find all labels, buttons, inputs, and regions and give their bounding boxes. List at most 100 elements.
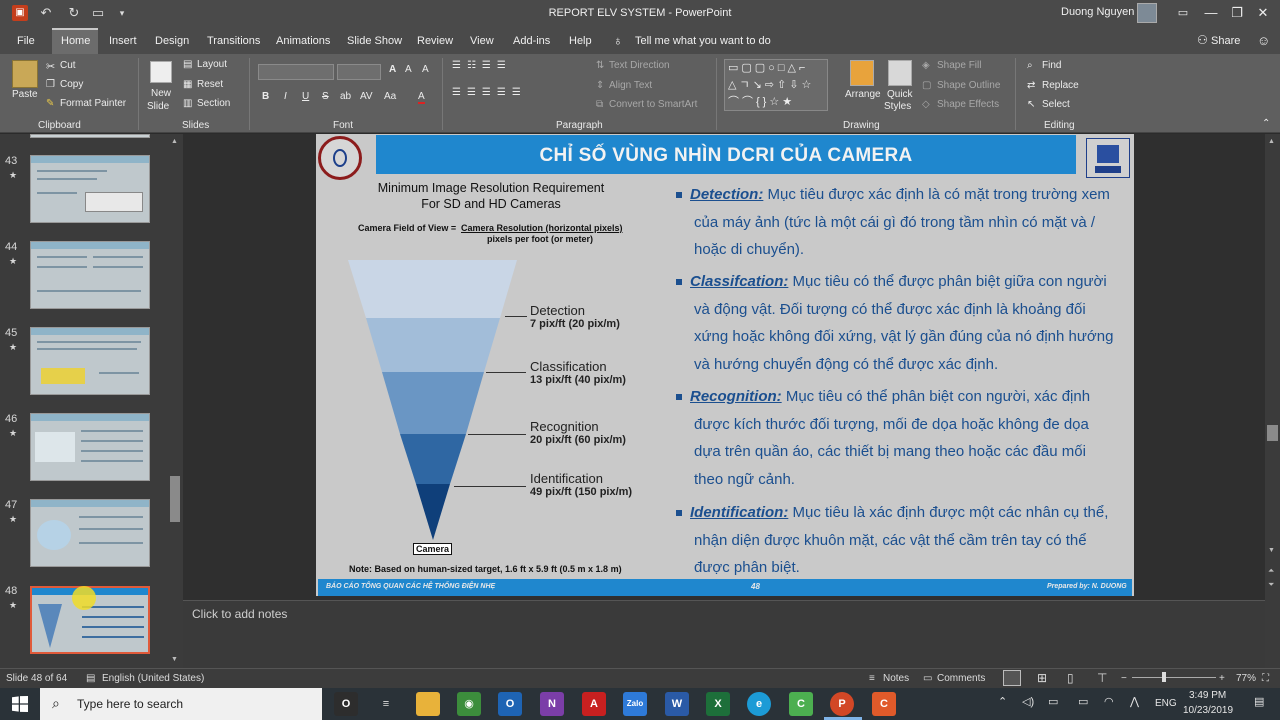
- arrange-button[interactable]: Arrange: [845, 89, 881, 100]
- language-indicator[interactable]: English (United States): [102, 673, 204, 684]
- quick-styles-label-1[interactable]: Quick: [887, 89, 913, 100]
- notes-toggle[interactable]: Notes: [883, 673, 909, 684]
- scrollbar-thumb[interactable]: [170, 476, 180, 522]
- network-icon[interactable]: ⋀: [1130, 695, 1139, 708]
- shape-effects-button[interactable]: Shape Effects: [937, 99, 999, 110]
- tab-animations[interactable]: Animations: [276, 35, 330, 47]
- onenote-icon[interactable]: N: [540, 692, 564, 716]
- select-button[interactable]: Select: [1042, 99, 1070, 110]
- bullet-identification[interactable]: Identification: Mục tiêu là xác định đượ…: [676, 499, 1131, 582]
- list-buttons[interactable]: ☰☷☰☰: [452, 60, 512, 71]
- bullet-recognition[interactable]: Recognition: Mục tiêu có thể phân biệt c…: [676, 383, 1131, 493]
- tab-design[interactable]: Design: [155, 35, 189, 47]
- replace-button[interactable]: Replace: [1042, 80, 1079, 91]
- zoom-slider[interactable]: [1132, 677, 1216, 678]
- customize-toolbar-icon[interactable]: ▾: [114, 5, 130, 21]
- chrome-icon[interactable]: ◉: [457, 692, 481, 716]
- bullet-classification[interactable]: Classifcation: Mục tiêu có thể được phân…: [676, 268, 1131, 378]
- excel-icon[interactable]: X: [706, 692, 730, 716]
- shadow-button[interactable]: ab: [340, 91, 351, 102]
- paste-icon[interactable]: [12, 60, 38, 88]
- shapes-gallery[interactable]: ▭▢▢○□△⌐ △ㄱ↘⇨⇧⇩☆ ⌒⌒{}☆★: [724, 59, 828, 111]
- notifications-icon[interactable]: ▤: [1254, 695, 1264, 708]
- word-icon[interactable]: W: [665, 692, 689, 716]
- scroll-down-icon[interactable]: ▼: [1268, 547, 1275, 554]
- character-spacing-button[interactable]: AV: [360, 91, 373, 102]
- zoom-out-icon[interactable]: −: [1121, 673, 1127, 684]
- redo-icon[interactable]: ↻: [66, 5, 82, 21]
- tab-home[interactable]: Home: [61, 35, 90, 47]
- smiley-icon[interactable]: ☺: [1257, 33, 1270, 48]
- tab-file[interactable]: File: [17, 35, 35, 47]
- slide-thumbnail[interactable]: [30, 155, 150, 223]
- decrease-font-icon[interactable]: A: [405, 64, 412, 75]
- text-direction-button[interactable]: Text Direction: [609, 60, 670, 71]
- clock-time[interactable]: 3:49 PM: [1189, 690, 1226, 701]
- find-button[interactable]: Find: [1042, 60, 1061, 71]
- tab-review[interactable]: Review: [417, 35, 453, 47]
- save-icon[interactable]: ▣: [12, 5, 28, 21]
- undo-icon[interactable]: ↶: [38, 5, 54, 21]
- italic-button[interactable]: I: [284, 91, 287, 102]
- strikethrough-button[interactable]: S: [322, 91, 329, 102]
- file-explorer-icon[interactable]: [416, 692, 440, 716]
- copy-button[interactable]: Copy: [60, 79, 83, 90]
- task-view-icon[interactable]: ≡: [374, 692, 398, 716]
- paste-button[interactable]: Paste: [12, 89, 38, 100]
- bullet-detection[interactable]: Detection: Mục tiêu được xác định là có …: [676, 181, 1131, 264]
- input-language[interactable]: ENG: [1155, 698, 1177, 709]
- volume-icon[interactable]: ◁): [1022, 695, 1034, 708]
- align-buttons[interactable]: ☰☰☰☰☰: [452, 87, 527, 98]
- font-name-box[interactable]: [258, 64, 334, 80]
- cortana-icon[interactable]: O: [334, 692, 358, 716]
- outlook-icon[interactable]: O: [498, 692, 522, 716]
- spellcheck-icon[interactable]: ▤: [86, 673, 95, 684]
- comments-toggle[interactable]: Comments: [937, 673, 985, 684]
- tab-transitions[interactable]: Transitions: [207, 35, 260, 47]
- bold-button[interactable]: B: [262, 91, 269, 102]
- slide-thumbnail[interactable]: [30, 134, 150, 138]
- battery-icon[interactable]: ▭: [1048, 695, 1058, 708]
- normal-view-icon[interactable]: [1003, 670, 1021, 686]
- clear-formatting-icon[interactable]: A: [422, 64, 429, 75]
- notes-placeholder[interactable]: Click to add notes: [192, 607, 287, 621]
- user-name[interactable]: Duong Nguyen: [1061, 6, 1134, 18]
- camtasia-icon[interactable]: C: [789, 692, 813, 716]
- zalo-icon[interactable]: Zalo: [623, 692, 647, 716]
- tab-add-ins[interactable]: Add-ins: [513, 35, 550, 47]
- arrange-icon[interactable]: [850, 60, 874, 86]
- clock-date[interactable]: 10/23/2019: [1183, 705, 1233, 716]
- share-button[interactable]: Share: [1211, 35, 1240, 47]
- quick-styles-icon[interactable]: [888, 60, 912, 86]
- tell-me-box[interactable]: Tell me what you want to do: [635, 35, 771, 47]
- scroll-up-icon[interactable]: ▲: [1268, 138, 1275, 145]
- shape-fill-button[interactable]: Shape Fill: [937, 60, 981, 71]
- fit-to-window-icon[interactable]: ⛶: [1262, 673, 1269, 684]
- font-size-box[interactable]: [337, 64, 381, 80]
- zoom-slider-handle[interactable]: [1162, 672, 1166, 682]
- layout-button[interactable]: Layout: [197, 59, 227, 70]
- underline-button[interactable]: U: [302, 91, 309, 102]
- new-slide-label-1[interactable]: New: [151, 88, 171, 99]
- reading-view-icon[interactable]: ▯: [1067, 671, 1074, 685]
- display-icon[interactable]: ▭: [1078, 695, 1088, 708]
- font-color-button[interactable]: A: [418, 91, 425, 104]
- slide-show-icon[interactable]: ⊤: [1097, 671, 1107, 685]
- notes-pane[interactable]: [183, 600, 1265, 668]
- zoom-level[interactable]: 77%: [1236, 673, 1256, 684]
- next-slide-icon[interactable]: ⏷: [1268, 580, 1274, 590]
- slide-thumbnail[interactable]: [30, 499, 150, 567]
- powerpoint-icon[interactable]: P: [830, 692, 854, 716]
- scrollbar-thumb[interactable]: [1267, 425, 1278, 441]
- slide-title[interactable]: CHỈ SỐ VÙNG NHÌN DCRI CỦA CAMERA: [376, 145, 1076, 167]
- slide-sorter-icon[interactable]: ⊞: [1037, 671, 1047, 685]
- show-hidden-icons-icon[interactable]: ⌃: [998, 695, 1007, 708]
- shape-outline-button[interactable]: Shape Outline: [937, 80, 1000, 91]
- convert-smartart-button[interactable]: Convert to SmartArt: [609, 99, 697, 110]
- start-from-beginning-icon[interactable]: ▭: [90, 5, 106, 21]
- new-slide-label-2[interactable]: Slide: [147, 101, 169, 112]
- tab-view[interactable]: View: [470, 35, 494, 47]
- camtasia-recorder-icon[interactable]: C: [872, 692, 896, 716]
- previous-slide-icon[interactable]: ⏶: [1268, 566, 1274, 576]
- avatar[interactable]: [1137, 3, 1157, 23]
